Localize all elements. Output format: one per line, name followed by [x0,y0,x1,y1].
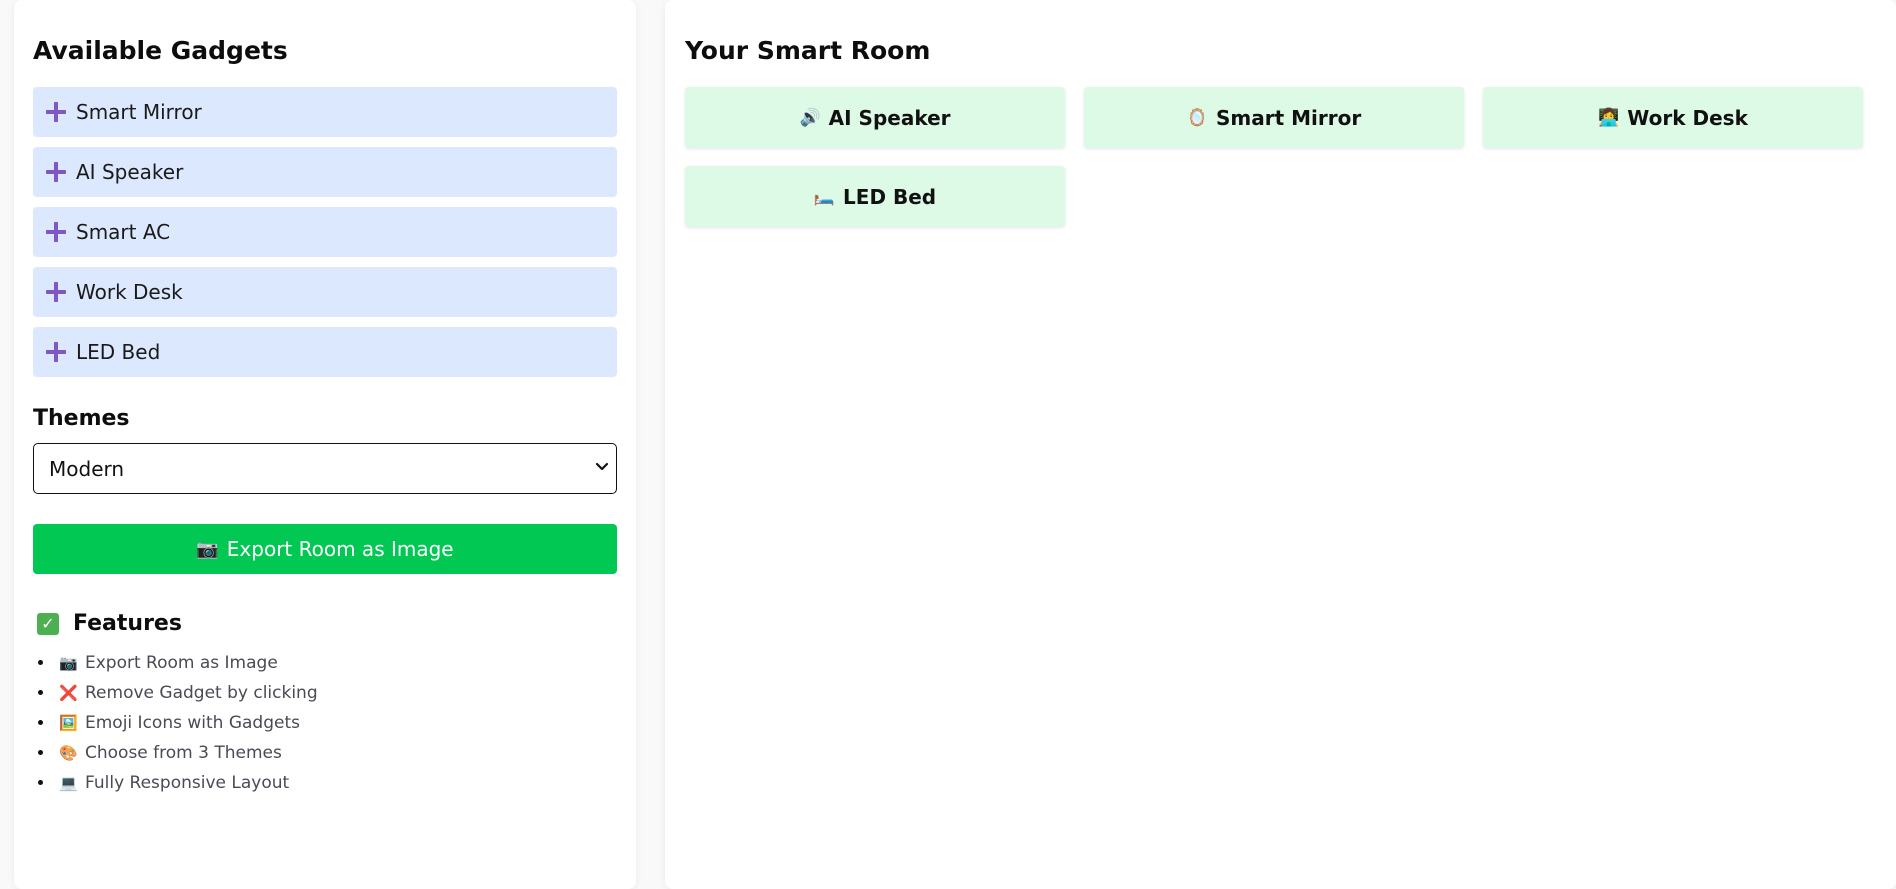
gadget-item-work-desk[interactable]: Work Desk [33,267,617,317]
feature-text: Choose from 3 Themes [85,743,282,763]
feature-item: 📷 Export Room as Image [55,648,617,678]
gadget-item-led-bed[interactable]: LED Bed [33,327,617,377]
gadget-label: LED Bed [76,340,161,364]
feature-text: Emoji Icons with Gadgets [85,713,300,733]
app-page: Available Gadgets Smart Mirror AI Speake… [0,0,1896,889]
export-button-label: Export Room as Image [226,537,454,561]
gadget-label: Smart Mirror [76,100,202,124]
gadget-label: AI Speaker [76,160,184,184]
gadget-item-ai-speaker[interactable]: AI Speaker [33,147,617,197]
bed-icon: 🛏️ [813,186,836,207]
feature-item: 🎨 Choose from 3 Themes [55,738,617,768]
room-item-label: LED Bed [843,184,937,209]
feature-item: 🖼️ Emoji Icons with Gadgets [55,708,617,738]
camera-icon: 📷 [196,538,219,560]
check-icon: ✓ [37,612,59,635]
camera-icon: 📷 [59,654,78,672]
smart-room-panel: Your Smart Room 🔊 AI Speaker 🪞 Smart Mir… [665,0,1896,889]
technologist-icon: 👩‍💻 [1598,107,1620,128]
room-item-led-bed[interactable]: 🛏️ LED Bed [685,166,1065,227]
chevron-down-icon [595,462,609,471]
gadget-item-smart-mirror[interactable]: Smart Mirror [33,87,617,137]
gadget-label: Work Desk [76,280,183,304]
plus-icon [46,162,66,182]
laptop-icon: 💻 [59,774,78,792]
themes-title: Themes [33,406,130,431]
gadget-label: Smart AC [76,220,171,244]
feature-text: Fully Responsive Layout [85,773,290,793]
plus-icon [46,282,66,302]
feature-item: ❌ Remove Gadget by clicking [55,678,617,708]
feature-list: 📷 Export Room as Image ❌ Remove Gadget by … [33,648,617,798]
mirror-icon: 🪞 [1186,107,1208,128]
palette-icon: 🎨 [59,744,78,762]
speaker-icon: 🔊 [799,107,821,128]
room-item-label: Smart Mirror [1215,105,1362,130]
features-heading: ✓ Features [33,611,617,636]
room-item-label: Work Desk [1627,105,1748,130]
picture-icon: 🖼️ [59,714,78,732]
theme-select[interactable]: Modern [33,443,617,494]
room-item-label: AI Speaker [828,105,951,130]
room-item-smart-mirror[interactable]: 🪞 Smart Mirror [1084,87,1464,148]
smart-room-title: Your Smart Room [685,36,931,65]
plus-icon [46,342,66,362]
feature-item: 💻 Fully Responsive Layout [55,768,617,798]
available-gadgets-title: Available Gadgets [33,36,288,65]
cross-mark-icon: ❌ [59,684,78,702]
features-title: Features [73,611,182,636]
gadgets-panel: Available Gadgets Smart Mirror AI Speake… [14,0,636,889]
export-room-button[interactable]: 📷 Export Room as Image [33,524,617,574]
plus-icon [46,102,66,122]
theme-select-value: Modern [49,456,125,481]
room-item-work-desk[interactable]: 👩‍💻 Work Desk [1483,87,1863,148]
plus-icon [46,222,66,242]
gadget-list: Smart Mirror AI Speaker Smart AC Work De… [33,87,617,377]
feature-text: Remove Gadget by clicking [85,683,318,703]
feature-text: Export Room as Image [85,653,278,673]
room-item-ai-speaker[interactable]: 🔊 AI Speaker [685,87,1065,148]
gadget-item-smart-ac[interactable]: Smart AC [33,207,617,257]
room-grid: 🔊 AI Speaker 🪞 Smart Mirror 👩‍💻 Work Des… [685,87,1877,227]
